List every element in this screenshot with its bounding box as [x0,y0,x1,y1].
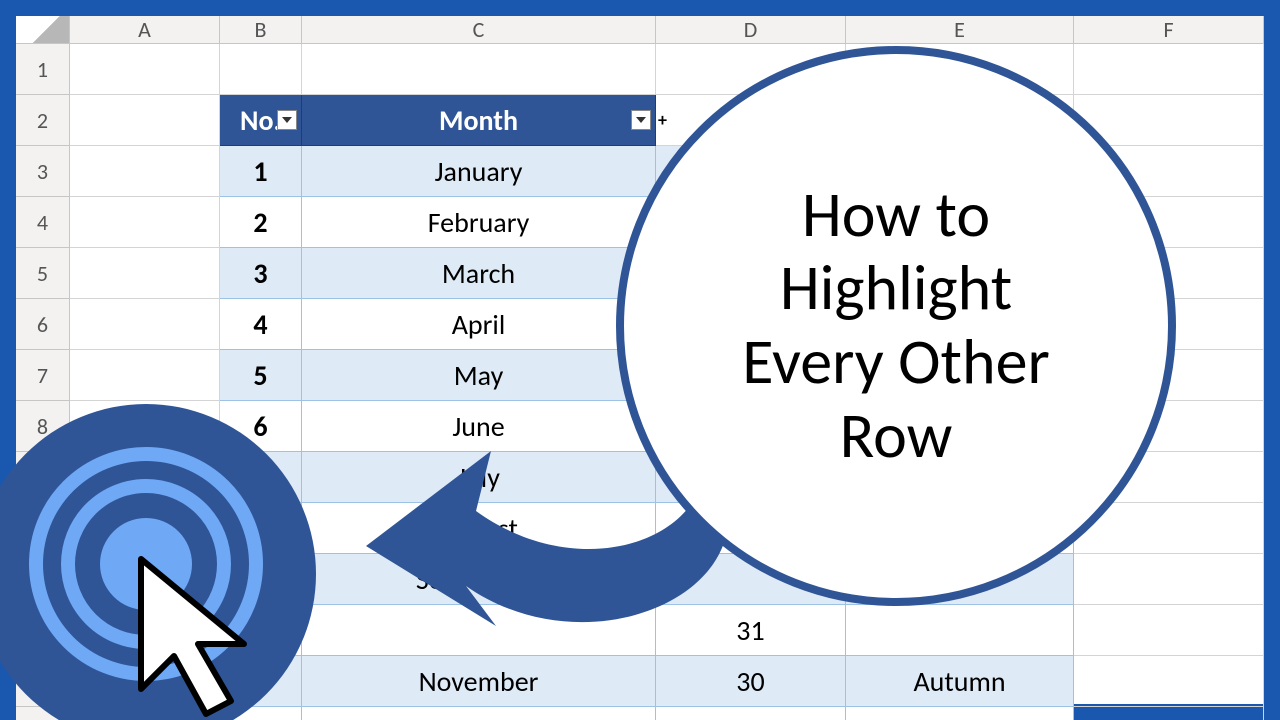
cell-no[interactable]: 3 [220,248,302,299]
cell-days[interactable]: 31 [656,605,846,656]
header-label: No. [240,103,281,138]
cell[interactable] [302,44,656,95]
cell-days[interactable]: 30 [656,656,846,707]
cell[interactable] [1074,44,1264,95]
row-header[interactable]: 2 [16,95,70,146]
cell-month[interactable]: June [302,401,656,452]
cell-month[interactable]: July [302,452,656,503]
cell[interactable] [70,146,220,197]
callout-line: How to [802,176,990,254]
cell-month[interactable]: December [302,707,656,720]
row-header[interactable]: 1 [16,44,70,95]
col-header-B[interactable]: B [220,16,302,44]
cell[interactable] [1074,554,1264,605]
row-header[interactable]: 5 [16,248,70,299]
header-label: Month [439,103,518,138]
callout-line: Row [840,397,953,475]
cell-month[interactable]: April [302,299,656,350]
callout-line: Highlight [780,249,1012,327]
row-header[interactable]: 7 [16,350,70,401]
cell[interactable] [1074,605,1264,656]
select-all-corner[interactable] [16,16,70,44]
cell-month[interactable] [302,605,656,656]
cell-no[interactable]: 2 [220,197,302,248]
cell-season[interactable]: Winter [846,707,1074,720]
cell-month[interactable]: September [302,554,656,605]
callout-text: How to Highlight Every Other Row [702,139,1090,513]
cell-month[interactable]: February [302,197,656,248]
cell[interactable] [1074,707,1264,720]
cell[interactable] [70,248,220,299]
filter-dropdown-icon[interactable] [277,110,297,130]
row-header[interactable]: 6 [16,299,70,350]
cell[interactable] [70,350,220,401]
col-header-E[interactable]: E [846,16,1074,44]
row-header[interactable]: 4 [16,197,70,248]
grid-row: 1 [16,44,1264,95]
cell[interactable] [70,95,220,146]
cell[interactable] [70,197,220,248]
table-header-no[interactable]: No. [220,95,302,146]
cell-season[interactable] [846,605,1074,656]
col-header-F[interactable]: F [1074,16,1264,44]
cursor-logo-icon [0,404,316,720]
cell-no[interactable]: 1 [220,146,302,197]
cell-days[interactable]: 31 [656,707,846,720]
col-header-C[interactable]: C [302,16,656,44]
callout-line: Every Other [742,323,1050,401]
filter-dropdown-icon[interactable] [631,110,651,130]
cell-month[interactable]: November [302,656,656,707]
cell-month[interactable]: August [302,503,656,554]
cell[interactable] [1074,656,1264,707]
table-header-month[interactable]: Month + [302,95,656,146]
cell-season[interactable]: Autumn [846,656,1074,707]
cell[interactable] [70,44,220,95]
cell-month[interactable]: March [302,248,656,299]
col-header-A[interactable]: A [70,16,220,44]
cell-month[interactable]: January [302,146,656,197]
row-header[interactable]: 3 [16,146,70,197]
cell-no[interactable]: 5 [220,350,302,401]
column-header-row: A B C D E F [16,16,1264,44]
col-header-D[interactable]: D [656,16,846,44]
cell-no[interactable]: 4 [220,299,302,350]
cell[interactable] [220,44,302,95]
cell-month[interactable]: May [302,350,656,401]
app-frame: A B C D E F 1 2 No. Month [0,0,1280,720]
cell[interactable] [70,299,220,350]
title-callout: How to Highlight Every Other Row [616,46,1176,606]
